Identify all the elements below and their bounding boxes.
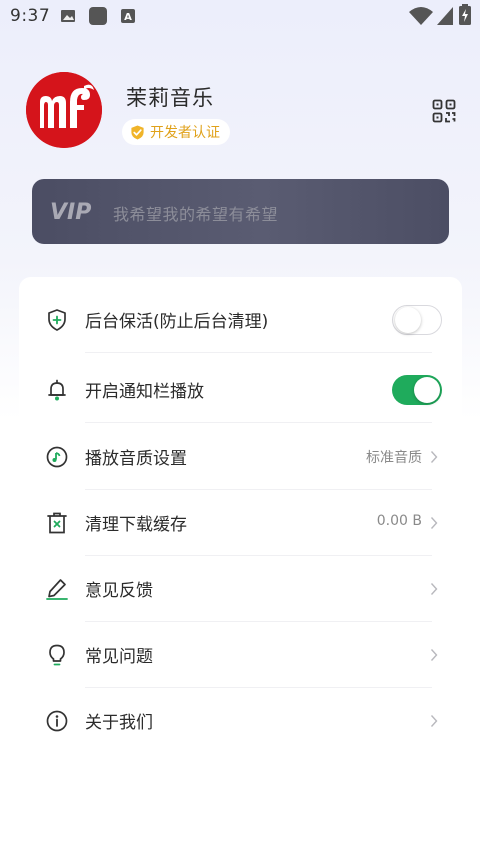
- keep-alive-toggle[interactable]: [392, 305, 442, 335]
- setting-faq[interactable]: 常见问题: [19, 622, 462, 688]
- setting-clear-cache[interactable]: 清理下载缓存 0.00 B: [19, 490, 462, 556]
- app-logo-icon: [26, 72, 102, 148]
- chevron-right-icon: [430, 715, 438, 727]
- divider: [85, 422, 432, 423]
- keyboard-a-icon: A: [121, 9, 135, 23]
- setting-about-label: 关于我们: [85, 713, 153, 733]
- shield-plus-icon: [48, 309, 66, 331]
- music-disc-icon: [46, 446, 68, 468]
- chevron-right-icon: [430, 649, 438, 661]
- signal-icon: [437, 7, 453, 25]
- verified-shield-icon: [131, 124, 144, 140]
- setting-feedback-label: 意见反馈: [85, 581, 153, 601]
- chevron-right-icon: [430, 583, 438, 595]
- qr-code-icon[interactable]: [432, 99, 456, 123]
- setting-about[interactable]: 关于我们: [19, 688, 462, 754]
- avatar[interactable]: [26, 72, 102, 148]
- status-bar: 9:37 A: [0, 0, 480, 32]
- setting-feedback[interactable]: 意见反馈: [19, 556, 462, 622]
- lightbulb-icon: [49, 644, 65, 666]
- bell-icon: [48, 379, 66, 401]
- wifi-icon: [409, 7, 433, 25]
- image-icon: [61, 10, 75, 22]
- toggle-knob: [414, 377, 440, 403]
- vip-banner[interactable]: VIP 我希望我的希望有希望: [32, 179, 449, 244]
- battery-charging-icon: [459, 4, 471, 25]
- svg-text:VIP: VIP: [50, 200, 91, 223]
- setting-faq-label: 常见问题: [85, 647, 153, 667]
- settings-card: 后台保活(防止后台清理) 开启通知栏播放 播放音质设置 标准音质 清理下载缓存 …: [19, 277, 462, 758]
- setting-clear-cache-label: 清理下载缓存: [85, 515, 187, 535]
- setting-audio-quality[interactable]: 播放音质设置 标准音质: [19, 424, 462, 490]
- toggle-knob: [395, 307, 421, 333]
- setting-notification-play-label: 开启通知栏播放: [85, 382, 204, 402]
- app-square-icon: [89, 7, 107, 25]
- setting-keep-alive[interactable]: 后台保活(防止后台清理): [19, 287, 462, 353]
- developer-badge-label: 开发者认证: [150, 125, 220, 141]
- chevron-right-icon: [430, 451, 438, 463]
- setting-keep-alive-label: 后台保活(防止后台清理): [85, 312, 269, 332]
- audio-quality-value: 标准音质: [366, 450, 422, 466]
- info-icon: [46, 710, 68, 732]
- notification-play-toggle[interactable]: [392, 375, 442, 405]
- setting-audio-quality-label: 播放音质设置: [85, 449, 187, 469]
- divider: [85, 352, 432, 353]
- app-name: 茉莉音乐: [126, 86, 214, 110]
- status-time: 9:37: [10, 6, 51, 26]
- trash-clear-icon: [47, 512, 67, 534]
- setting-notification-play[interactable]: 开启通知栏播放: [19, 357, 462, 423]
- chevron-right-icon: [430, 517, 438, 529]
- cache-size-value: 0.00 B: [376, 513, 422, 529]
- pencil-edit-icon: [46, 579, 68, 600]
- developer-badge: 开发者认证: [122, 119, 230, 145]
- vip-slogan: 我希望我的希望有希望: [113, 205, 279, 224]
- svg-text:A: A: [124, 12, 132, 23]
- vip-logo: VIP: [50, 200, 91, 223]
